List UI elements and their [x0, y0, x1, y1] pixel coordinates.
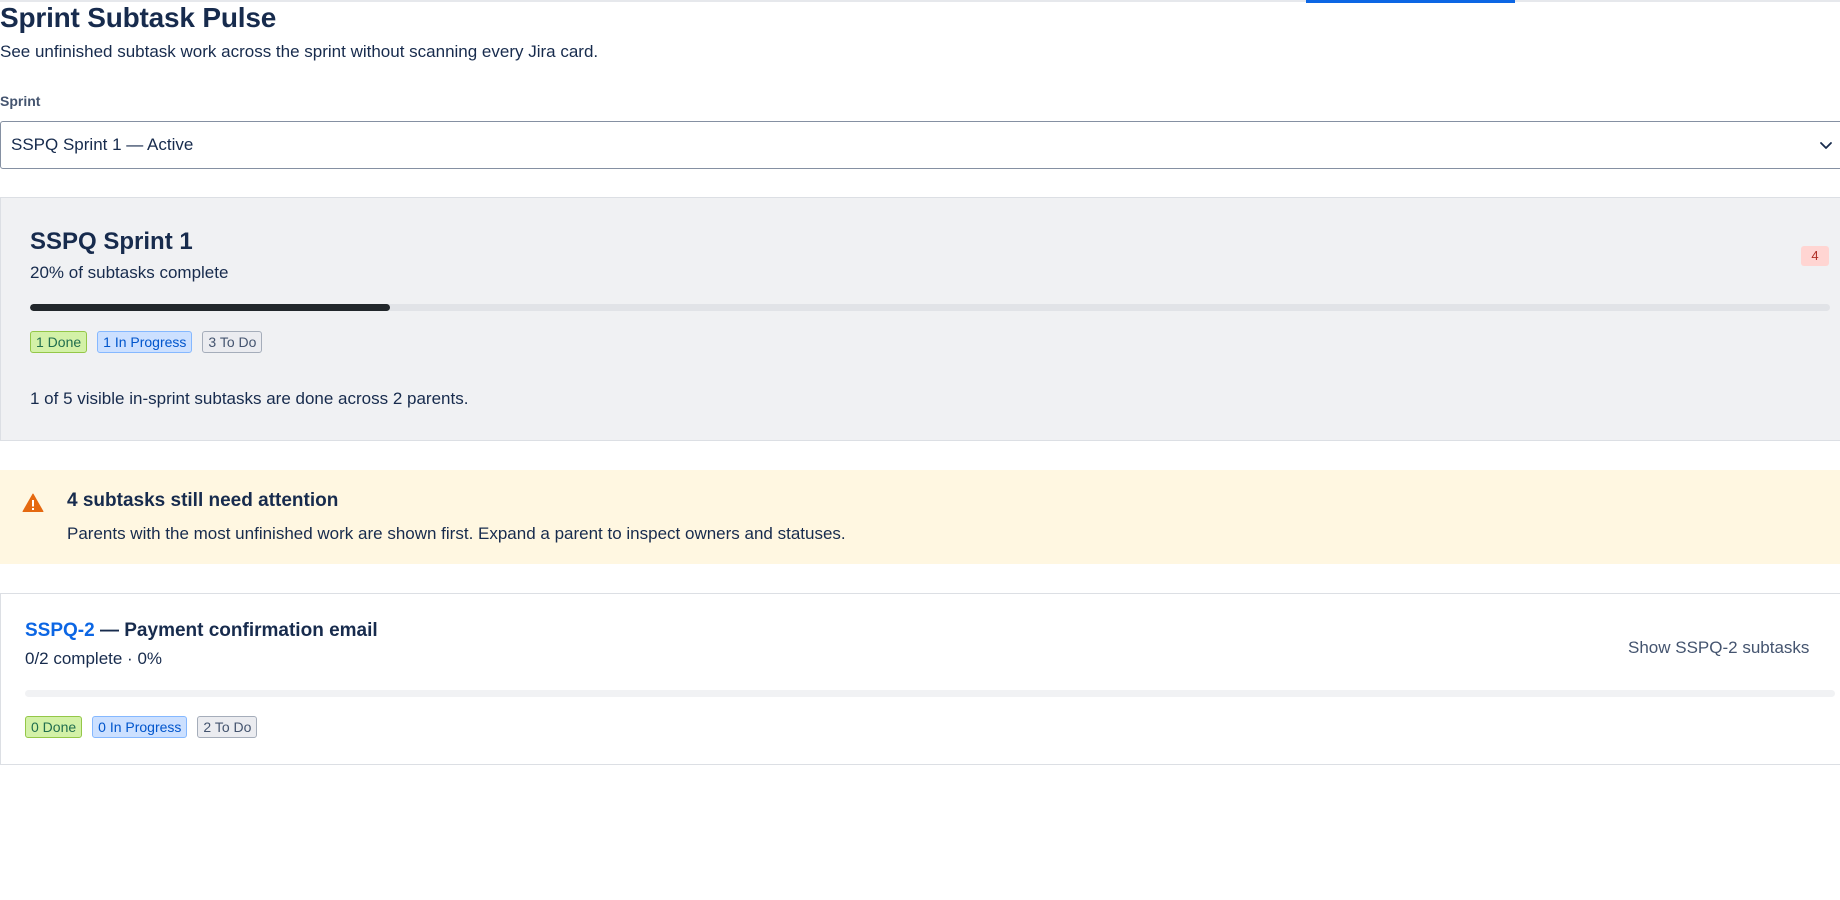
attention-banner-title: 4 subtasks still need attention: [67, 490, 339, 511]
attention-banner-description: Parents with the most unfinished work ar…: [67, 524, 846, 543]
parent-progress-text: 0/2 complete · 0%: [25, 649, 163, 668]
sprint-completion-text: 20% of subtasks complete: [30, 263, 229, 282]
chevron-down-icon: [1820, 142, 1832, 149]
parent-heading: SSPQ-2 — Payment confirmation email: [25, 620, 378, 642]
parent-issue-link[interactable]: SSPQ-2: [25, 620, 95, 641]
sprint-name: SSPQ Sprint 1: [30, 228, 193, 255]
status-pill-todo: 2 To Do: [197, 716, 258, 738]
sprint-summary-card: SSPQ Sprint 1 20% of subtasks complete 4…: [0, 197, 1840, 441]
attention-count-badge: 4: [1801, 246, 1829, 266]
attention-banner: 4 subtasks still need attention Parents …: [0, 470, 1840, 564]
show-subtasks-button[interactable]: Show SSPQ-2 subtasks: [1626, 634, 1811, 662]
page-title: Sprint Subtask Pulse: [0, 2, 277, 33]
status-pill-done: 1 Done: [30, 331, 88, 353]
parent-progress-bar: [25, 690, 1835, 697]
parent-card: SSPQ-2 — Payment confirmation email 0/2 …: [0, 593, 1840, 765]
sprint-summary-text: 1 of 5 visible in-sprint subtasks are do…: [30, 389, 469, 408]
status-pill-todo: 3 To Do: [202, 331, 263, 353]
page: Sprint Subtask Pulse See unfinished subt…: [0, 0, 1840, 900]
sprint-select-value: SSPQ Sprint 1 — Active: [11, 135, 194, 154]
status-pill-done: 0 Done: [25, 716, 83, 738]
sprint-status-pills: 1 Done 1 In Progress 3 To Do: [30, 331, 263, 353]
warning-icon: [22, 493, 44, 512]
status-pill-in-progress: 0 In Progress: [92, 716, 188, 738]
active-tab-indicator: [1306, 0, 1515, 3]
parent-title: — Payment confirmation email: [94, 620, 378, 641]
page-subtitle: See unfinished subtask work across the s…: [0, 42, 599, 61]
sprint-select-label: Sprint: [0, 93, 41, 109]
sprint-progress-fill: [30, 304, 390, 311]
sprint-select[interactable]: SSPQ Sprint 1 — Active: [0, 121, 1840, 169]
status-pill-in-progress: 1 In Progress: [97, 331, 193, 353]
sprint-progress-bar: [30, 304, 1830, 311]
parent-status-pills: 0 Done 0 In Progress 2 To Do: [25, 716, 258, 738]
